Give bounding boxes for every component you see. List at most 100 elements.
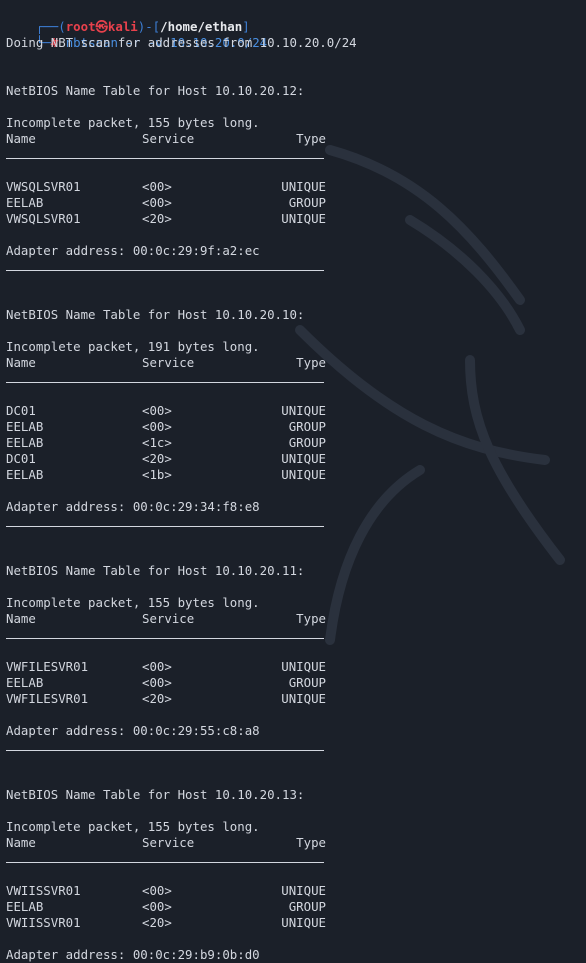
row-name: EELAB: [6, 899, 44, 914]
row-name: EELAB: [6, 419, 44, 434]
row-service: <00>: [142, 883, 172, 898]
row-type: UNIQUE: [281, 915, 326, 930]
row-type: UNIQUE: [281, 467, 326, 482]
host-table-title: NetBIOS Name Table for Host 10.10.20.12:: [6, 83, 305, 98]
table-row: EELAB <00> GROUP: [6, 899, 586, 915]
column-service-header: Service: [142, 131, 195, 146]
table-row: EELAB <1c> GROUP: [6, 435, 586, 451]
row-service: <20>: [142, 451, 172, 466]
divider: [6, 270, 324, 271]
row-name: VWIISSVR01: [6, 915, 81, 930]
row-type: UNIQUE: [281, 883, 326, 898]
row-type: GROUP: [288, 899, 326, 914]
row-service: <20>: [142, 691, 172, 706]
column-name-header: Name: [6, 355, 36, 370]
row-type: GROUP: [288, 195, 326, 210]
separator-line: [6, 147, 586, 163]
column-name-header: Name: [6, 611, 36, 626]
host-table-title: NetBIOS Name Table for Host 10.10.20.10:: [6, 307, 305, 322]
table-row: EELAB <00> GROUP: [6, 675, 586, 691]
row-type: UNIQUE: [281, 659, 326, 674]
divider: [6, 638, 324, 639]
scan-message: Doing NBT scan for addresses from 10.10.…: [6, 35, 357, 50]
host-table-title: NetBIOS Name Table for Host 10.10.20.11:: [6, 563, 305, 578]
adapter-address: Adapter address: 00:0c:29:34:f8:e8: [6, 499, 260, 514]
column-name-header: Name: [6, 835, 36, 850]
separator-line: [6, 739, 586, 755]
column-type-header: Type: [296, 835, 326, 850]
column-service-header: Service: [142, 355, 195, 370]
row-service: <00>: [142, 403, 172, 418]
table-header: Name Service Type: [6, 835, 586, 851]
adapter-address: Adapter address: 00:0c:29:55:c8:a8: [6, 723, 260, 738]
separator-line: [6, 371, 586, 387]
column-type-header: Type: [296, 355, 326, 370]
table-row: EELAB <1b> UNIQUE: [6, 467, 586, 483]
row-service: <20>: [142, 915, 172, 930]
table-row: VWSQLSVR01 <00> UNIQUE: [6, 179, 586, 195]
packet-info: Incomplete packet, 155 bytes long.: [6, 819, 260, 834]
row-name: EELAB: [6, 467, 44, 482]
column-service-header: Service: [142, 611, 195, 626]
column-service-header: Service: [142, 835, 195, 850]
row-type: GROUP: [288, 435, 326, 450]
separator-line: [6, 515, 586, 531]
table-row: VWIISSVR01 <20> UNIQUE: [6, 915, 586, 931]
separator-line: [6, 259, 586, 275]
table-row: EELAB <00> GROUP: [6, 419, 586, 435]
table-header: Name Service Type: [6, 611, 586, 627]
packet-info: Incomplete packet, 191 bytes long.: [6, 339, 260, 354]
separator-line: [6, 851, 586, 867]
table-header: Name Service Type: [6, 355, 586, 371]
table-row: VWSQLSVR01 <20> UNIQUE: [6, 211, 586, 227]
row-name: EELAB: [6, 195, 44, 210]
divider: [6, 862, 324, 863]
command-line: └─# nbtscan -r -v 10.10.20.0/24: [35, 35, 268, 50]
divider: [6, 526, 324, 527]
row-service: <1c>: [142, 435, 172, 450]
row-service: <00>: [142, 195, 172, 210]
table-row: VWFILESVR01 <20> UNIQUE: [6, 691, 586, 707]
row-type: UNIQUE: [281, 403, 326, 418]
row-name: VWSQLSVR01: [6, 211, 81, 226]
table-row: VWFILESVR01 <00> UNIQUE: [6, 659, 586, 675]
row-name: VWIISSVR01: [6, 883, 81, 898]
divider: [6, 750, 324, 751]
table-row: EELAB <00> GROUP: [6, 195, 586, 211]
row-type: GROUP: [288, 675, 326, 690]
row-service: <00>: [142, 659, 172, 674]
row-name: EELAB: [6, 435, 44, 450]
table-row: VWIISSVR01 <00> UNIQUE: [6, 883, 586, 899]
terminal-output: ┌──(root㉿kali)-[/home/ethan] └─# nbtscan…: [6, 3, 586, 963]
adapter-address: Adapter address: 00:0c:29:b9:0b:d0: [6, 947, 260, 962]
row-service: <00>: [142, 899, 172, 914]
column-name-header: Name: [6, 131, 36, 146]
row-service: <00>: [142, 675, 172, 690]
table-row: DC01 <20> UNIQUE: [6, 451, 586, 467]
row-type: UNIQUE: [281, 691, 326, 706]
table-row: DC01 <00> UNIQUE: [6, 403, 586, 419]
column-type-header: Type: [296, 611, 326, 626]
packet-info: Incomplete packet, 155 bytes long.: [6, 115, 260, 130]
row-name: VWFILESVR01: [6, 659, 89, 674]
row-name: EELAB: [6, 675, 44, 690]
adapter-address: Adapter address: 00:0c:29:9f:a2:ec: [6, 243, 260, 258]
column-type-header: Type: [296, 131, 326, 146]
row-name: VWFILESVR01: [6, 691, 89, 706]
row-service: <20>: [142, 211, 172, 226]
divider: [6, 382, 324, 383]
row-type: UNIQUE: [281, 211, 326, 226]
host-table-title: NetBIOS Name Table for Host 10.10.20.13:: [6, 787, 305, 802]
row-name: DC01: [6, 451, 36, 466]
divider: [6, 158, 324, 159]
row-service: <1b>: [142, 467, 172, 482]
table-header: Name Service Type: [6, 131, 586, 147]
row-name: VWSQLSVR01: [6, 179, 81, 194]
separator-line: [6, 627, 586, 643]
row-type: UNIQUE: [281, 179, 326, 194]
row-type: UNIQUE: [281, 451, 326, 466]
row-name: DC01: [6, 403, 36, 418]
row-service: <00>: [142, 419, 172, 434]
row-service: <00>: [142, 179, 172, 194]
packet-info: Incomplete packet, 155 bytes long.: [6, 595, 260, 610]
